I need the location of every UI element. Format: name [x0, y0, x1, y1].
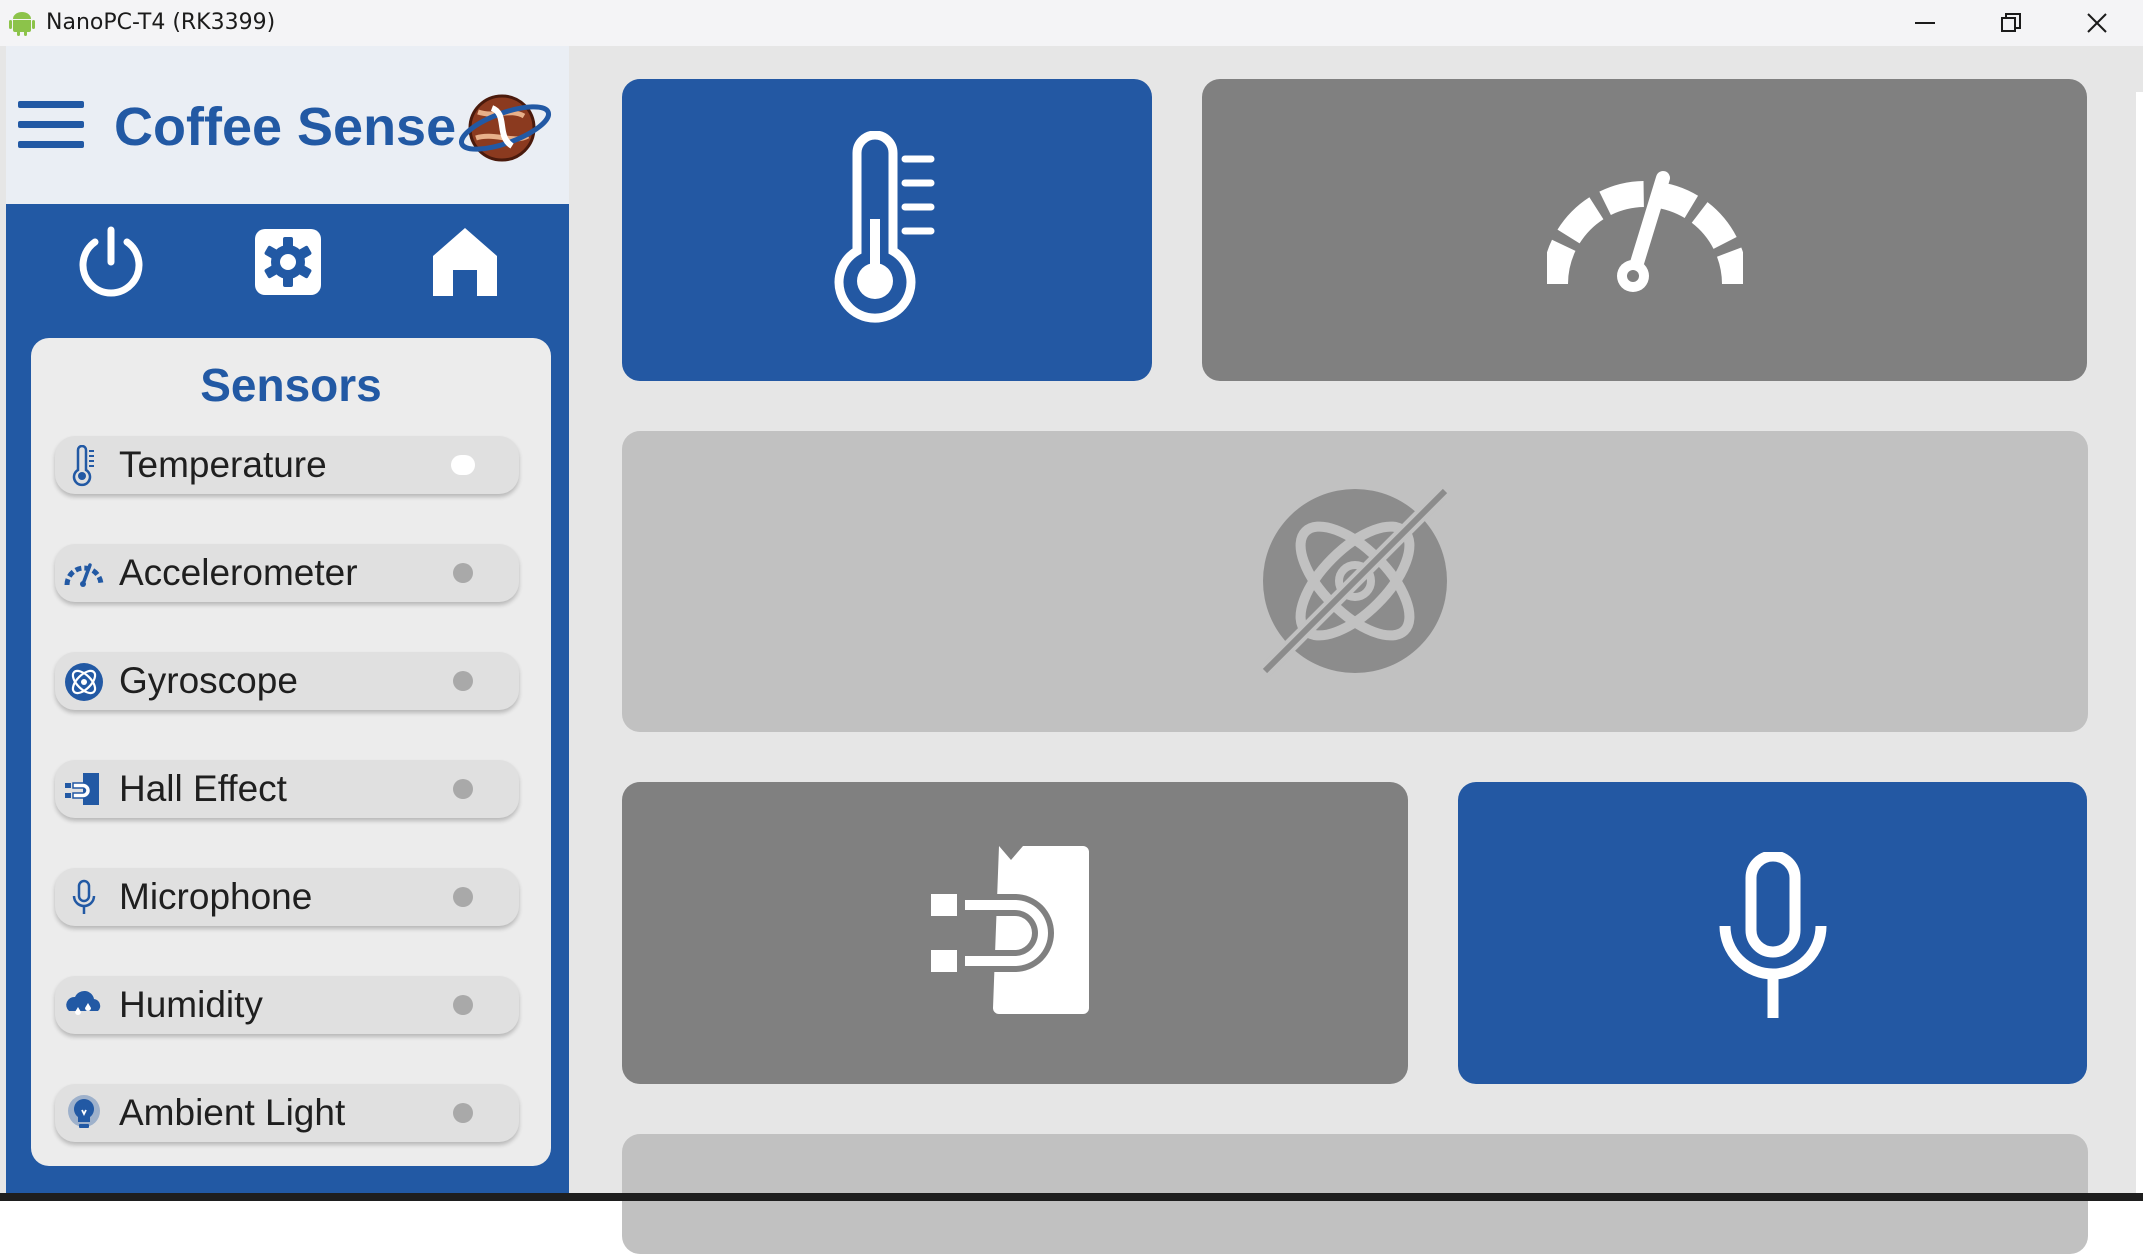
tile-accelerometer[interactable] [1202, 79, 2087, 381]
gyroscope-icon [65, 663, 103, 701]
settings-button[interactable] [248, 222, 328, 302]
thermometer-icon [72, 445, 94, 487]
sidebar-header: Coffee Sense [6, 46, 569, 204]
sensor-toggle[interactable] [453, 779, 473, 799]
power-icon [79, 226, 143, 297]
tile-temperature[interactable] [622, 79, 1152, 381]
power-button[interactable] [71, 222, 151, 302]
sensor-toggle[interactable] [453, 1103, 473, 1123]
window-title-bar: NanoPC-T4 (RK3399) [0, 0, 2143, 47]
sensor-label: Accelerometer [119, 552, 358, 593]
settings-icon [255, 229, 321, 295]
globe-logo-icon [458, 94, 552, 162]
sensor-item-hall-effect[interactable]: Hall Effect [55, 760, 519, 818]
tile-hall-effect[interactable] [622, 782, 1408, 1084]
microphone-icon [1719, 852, 1827, 1018]
light-bulb-icon [68, 1095, 100, 1128]
close-icon [2087, 13, 2107, 33]
sensor-label: Ambient Light [119, 1092, 346, 1133]
restore-button[interactable] [1968, 0, 2054, 46]
sensor-toggle[interactable] [453, 563, 473, 583]
sensor-label: Temperature [119, 444, 327, 485]
sensor-item-humidity[interactable]: Humidity [55, 976, 519, 1034]
microphone-icon [72, 879, 96, 914]
sensor-label: Gyroscope [119, 660, 298, 701]
app-title: Coffee Sense [114, 97, 457, 157]
magnet-icon [931, 846, 1091, 1022]
window-title: NanoPC-T4 (RK3399) [46, 10, 276, 35]
android-icon [9, 12, 35, 36]
sensor-item-temperature[interactable]: Temperature [55, 436, 519, 494]
window-bottom-border [0, 1193, 2143, 1201]
app-content: Coffee Sense Sensors Temperature Acceler… [0, 46, 2143, 1254]
home-icon [433, 228, 497, 296]
hamburger-menu-icon[interactable] [18, 101, 86, 149]
sensor-item-accelerometer[interactable]: Accelerometer [55, 544, 519, 602]
gyroscope-off-icon [1260, 486, 1450, 676]
home-button[interactable] [425, 222, 505, 302]
sensor-toggle[interactable] [453, 995, 473, 1015]
close-button[interactable] [2054, 0, 2140, 46]
sensor-item-microphone[interactable]: Microphone [55, 868, 519, 926]
sensor-item-ambient-light[interactable]: Ambient Light [55, 1084, 519, 1142]
window-edge [2136, 92, 2143, 1239]
sensor-label: Microphone [119, 876, 313, 917]
minimize-icon [1915, 22, 1935, 24]
sensor-toggle[interactable] [453, 671, 473, 691]
sensors-panel: Sensors Temperature Accelerometer Gyrosc… [31, 338, 551, 1166]
thermometer-icon [834, 131, 935, 323]
sidebar: Coffee Sense Sensors Temperature Acceler… [6, 46, 569, 1193]
tile-gyroscope[interactable] [622, 431, 2088, 732]
sensor-label: Hall Effect [119, 768, 287, 809]
speedometer-icon [64, 563, 104, 587]
sensor-toggle[interactable] [453, 887, 473, 907]
sensor-item-gyroscope[interactable]: Gyroscope [55, 652, 519, 710]
humidity-icon [66, 990, 101, 1015]
sensor-toggle[interactable] [451, 455, 475, 475]
tile-microphone[interactable] [1458, 782, 2087, 1084]
speedometer-icon [1547, 171, 1743, 292]
magnet-icon [65, 773, 99, 805]
restore-icon [2001, 13, 2021, 32]
minimize-button[interactable] [1882, 0, 1968, 46]
sensor-label: Humidity [119, 984, 263, 1025]
sensors-title: Sensors [200, 359, 382, 411]
